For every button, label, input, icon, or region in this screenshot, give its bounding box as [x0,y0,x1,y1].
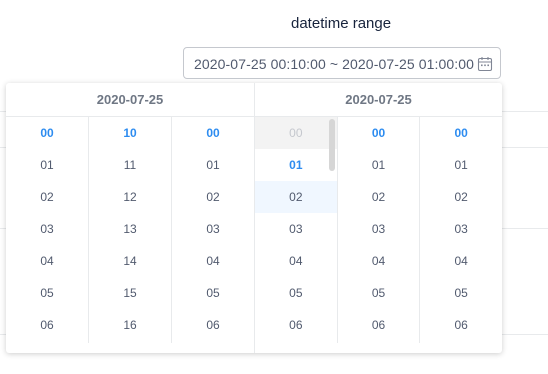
time-option[interactable]: 00 [172,117,254,149]
time-option[interactable]: 03 [338,213,420,245]
time-option[interactable]: 00 [420,117,502,149]
calendar-icon[interactable] [477,56,493,72]
scrollbar-thumb[interactable] [328,119,335,171]
time-option[interactable]: 04 [6,245,88,277]
start-date-header: 2020-07-25 [6,83,254,117]
time-option[interactable]: 06 [172,309,254,341]
time-option[interactable]: 04 [172,245,254,277]
start-time-panel: 2020-07-25 00 01 02 03 04 05 06 10 11 12 13 14 15 16… [6,83,254,353]
time-option[interactable]: 02 [6,181,88,213]
time-option[interactable]: 00 [255,117,337,149]
time-option[interactable]: 04 [338,245,420,277]
time-option[interactable]: 01 [172,149,254,181]
time-option[interactable]: 01 [338,149,420,181]
time-option[interactable]: 05 [255,277,337,309]
time-option[interactable]: 02 [338,181,420,213]
time-option[interactable]: 03 [420,213,502,245]
time-option[interactable]: 01 [255,149,337,181]
time-option[interactable]: 01 [6,149,88,181]
end-time-panel: 2020-07-25 00 01 02 03 04 05 06 00 01 02 03 04 05 06… [254,83,502,353]
time-option[interactable]: 05 [172,277,254,309]
time-option[interactable]: 16 [89,309,171,341]
time-option[interactable]: 10 [89,117,171,149]
time-option[interactable]: 04 [255,245,337,277]
time-option[interactable]: 05 [6,277,88,309]
time-option[interactable]: 04 [420,245,502,277]
start-hours-column[interactable]: 00 01 02 03 04 05 06 [6,117,89,343]
end-seconds-column[interactable]: 00 01 02 03 04 05 06 [420,117,502,343]
time-option[interactable]: 06 [420,309,502,341]
time-option[interactable]: 02 [420,181,502,213]
start-seconds-column[interactable]: 00 01 02 03 04 05 06 [172,117,254,343]
time-option[interactable]: 00 [6,117,88,149]
time-option[interactable]: 12 [89,181,171,213]
time-option[interactable]: 06 [6,309,88,341]
datetime-range-value[interactable]: 2020-07-25 00:10:00 ~ 2020-07-25 01:00:0… [194,56,474,72]
end-hours-column[interactable]: 00 01 02 03 04 05 06 [255,117,338,343]
time-option[interactable]: 03 [172,213,254,245]
time-option[interactable]: 00 [338,117,420,149]
time-option[interactable]: 05 [420,277,502,309]
time-picker-dropdown: 2020-07-25 00 01 02 03 04 05 06 10 11 12 13 14 15 16… [6,83,502,353]
time-option[interactable]: 11 [89,149,171,181]
time-option[interactable]: 15 [89,277,171,309]
datetime-range-input[interactable]: 2020-07-25 00:10:00 ~ 2020-07-25 01:00:0… [183,47,501,79]
time-option[interactable]: 13 [89,213,171,245]
time-option[interactable]: 05 [338,277,420,309]
start-minutes-column[interactable]: 10 11 12 13 14 15 16 [89,117,172,343]
end-date-header: 2020-07-25 [255,83,502,117]
time-option[interactable]: 03 [255,213,337,245]
field-label: datetime range [291,15,392,32]
time-option[interactable]: 03 [6,213,88,245]
time-option[interactable]: 06 [338,309,420,341]
time-option[interactable]: 02 [172,181,254,213]
time-option[interactable]: 06 [255,309,337,341]
time-option[interactable]: 14 [89,245,171,277]
time-option[interactable]: 02 [255,181,337,213]
time-option[interactable]: 01 [420,149,502,181]
end-minutes-column[interactable]: 00 01 02 03 04 05 06 [338,117,421,343]
